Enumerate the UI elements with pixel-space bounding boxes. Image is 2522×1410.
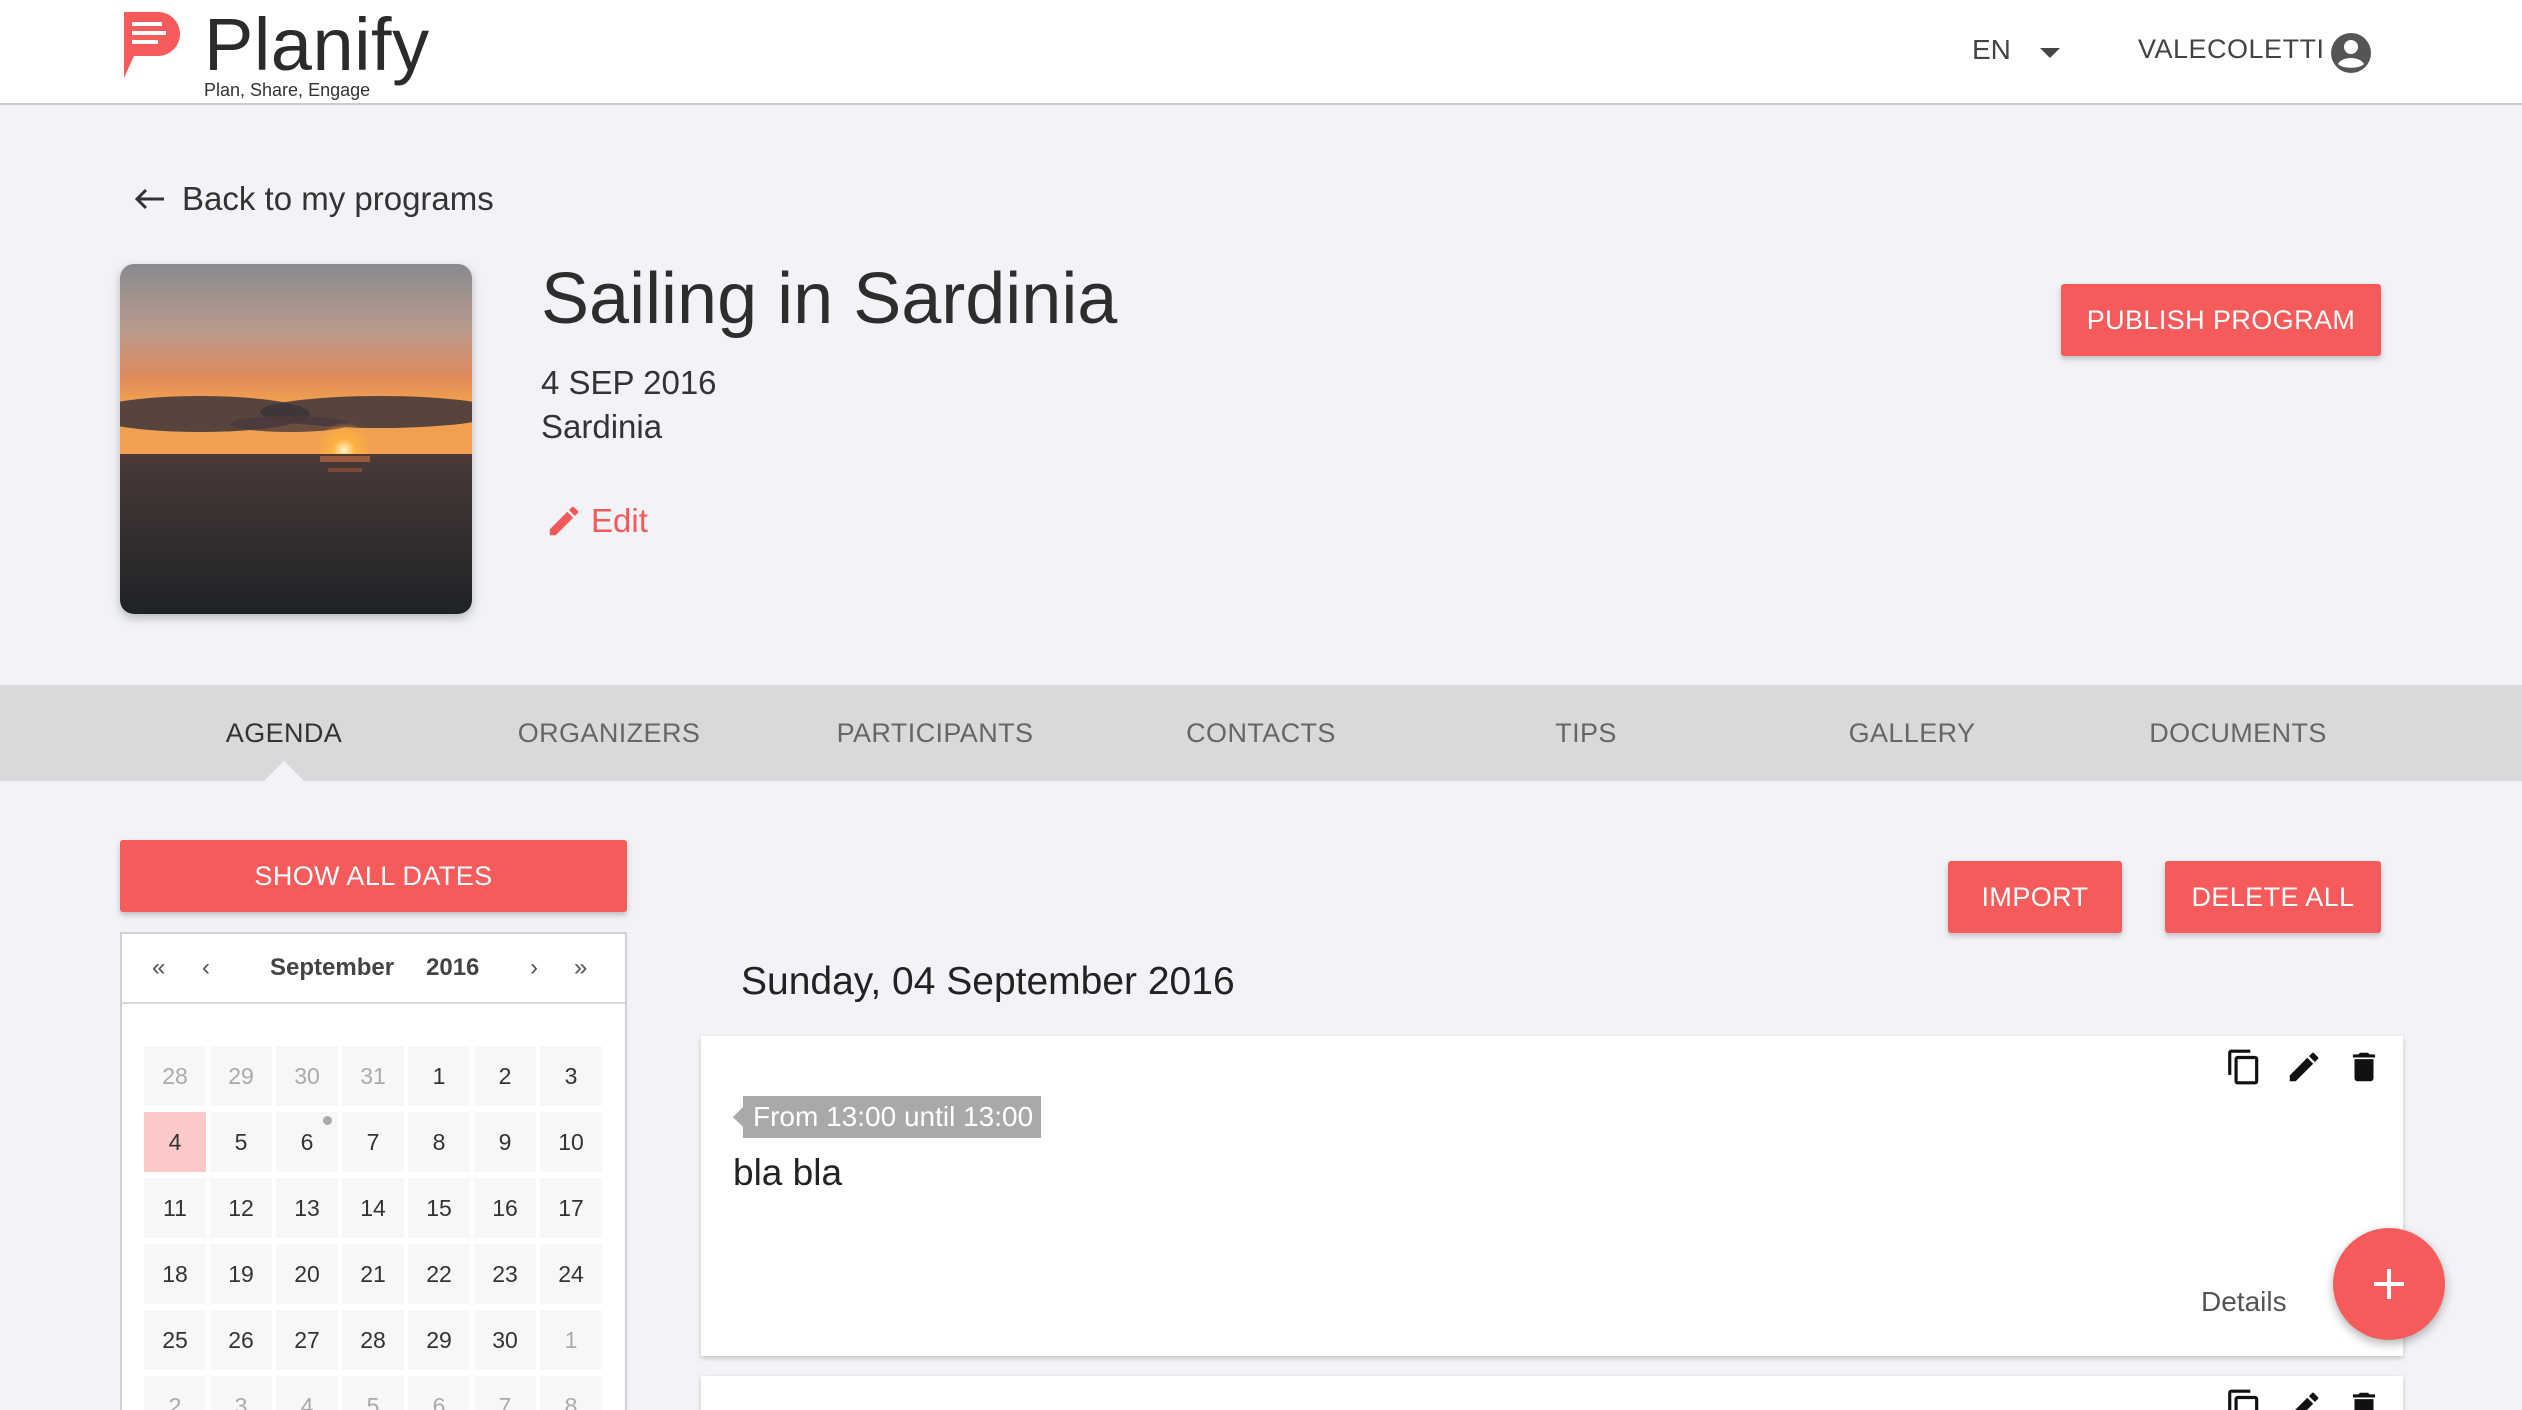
pencil-icon[interactable] bbox=[2285, 1048, 2323, 1086]
tab-documents[interactable]: DOCUMENTS bbox=[2038, 685, 2438, 781]
calendar-day[interactable]: 29 bbox=[210, 1046, 272, 1106]
calendar-day[interactable]: 30 bbox=[276, 1046, 338, 1106]
edit-label: Edit bbox=[591, 502, 648, 539]
prev-year-button[interactable]: « bbox=[152, 954, 165, 982]
date-picker-calendar: « ‹ September 2016 › » 28 29 30 31 1 2 3 4 5 6 7 8 9… bbox=[120, 932, 627, 1410]
program-date: 4 SEP 2016 bbox=[541, 364, 717, 401]
calendar-nav: « ‹ September 2016 › » bbox=[122, 934, 625, 1004]
calendar-day[interactable]: 18 bbox=[144, 1244, 206, 1304]
day-heading: Sunday, 04 September 2016 bbox=[741, 960, 1235, 1003]
calendar-year[interactable]: 2016 bbox=[426, 954, 479, 982]
event-title: bla bla bbox=[733, 1152, 843, 1193]
event-time-chip: From 13:00 until 13:00 bbox=[732, 1096, 1042, 1138]
calendar-day[interactable]: 30 bbox=[474, 1310, 536, 1370]
next-month-button[interactable]: › bbox=[530, 954, 538, 982]
arrow-left-icon bbox=[134, 188, 164, 210]
active-tab-indicator bbox=[264, 761, 304, 781]
chevron-down-icon[interactable] bbox=[2040, 48, 2060, 58]
show-all-dates-button[interactable]: SHOW ALL DATES bbox=[120, 840, 627, 912]
pencil-icon[interactable] bbox=[2285, 1388, 2323, 1410]
next-year-button[interactable]: » bbox=[574, 954, 587, 982]
publish-program-button[interactable]: PUBLISH PROGRAM bbox=[2061, 284, 2381, 356]
calendar-day[interactable]: 14 bbox=[342, 1178, 404, 1238]
username[interactable]: VALECOLETTI bbox=[2138, 34, 2325, 65]
delete-all-button[interactable]: DELETE ALL bbox=[2165, 861, 2381, 933]
calendar-day[interactable]: 16 bbox=[474, 1178, 536, 1238]
program-title: Sailing in Sardinia bbox=[541, 259, 1118, 339]
calendar-day[interactable]: 10 bbox=[540, 1112, 602, 1172]
calendar-day[interactable]: 11 bbox=[144, 1178, 206, 1238]
calendar-day[interactable]: 7 bbox=[342, 1112, 404, 1172]
logo-name: Planify bbox=[204, 3, 430, 86]
calendar-day[interactable]: 1 bbox=[540, 1310, 602, 1370]
logo[interactable]: Planify Plan, Share, Engage bbox=[118, 8, 430, 101]
chat-bubble-logo bbox=[124, 12, 180, 78]
calendar-day[interactable]: 25 bbox=[144, 1310, 206, 1370]
calendar-day[interactable]: 7 bbox=[474, 1376, 536, 1410]
calendar-day[interactable]: 12 bbox=[210, 1178, 272, 1238]
calendar-day[interactable]: 31 bbox=[342, 1046, 404, 1106]
back-link[interactable]: Back to my programs bbox=[134, 180, 494, 218]
calendar-day[interactable]: 17 bbox=[540, 1178, 602, 1238]
calendar-day[interactable]: 28 bbox=[342, 1310, 404, 1370]
event-dot-icon bbox=[323, 1116, 332, 1125]
trash-icon[interactable] bbox=[2345, 1048, 2383, 1086]
calendar-day[interactable]: 26 bbox=[210, 1310, 272, 1370]
calendar-day[interactable]: 19 bbox=[210, 1244, 272, 1304]
copy-icon[interactable] bbox=[2225, 1048, 2263, 1086]
calendar-day[interactable]: 2 bbox=[144, 1376, 206, 1410]
copy-icon[interactable] bbox=[2225, 1388, 2263, 1410]
language-selector[interactable]: EN bbox=[1972, 34, 2011, 66]
calendar-day[interactable]: 29 bbox=[408, 1310, 470, 1370]
plus-icon bbox=[2374, 1269, 2404, 1299]
edit-program-link[interactable]: Edit bbox=[545, 502, 648, 540]
calendar-day[interactable]: 22 bbox=[408, 1244, 470, 1304]
calendar-day[interactable]: 6 bbox=[408, 1376, 470, 1410]
tab-bar: AGENDA ORGANIZERS PARTICIPANTS CONTACTS … bbox=[0, 685, 2522, 781]
agenda-event-card[interactable]: From 13:00 until 13:00 bla bla Details bbox=[701, 1036, 2403, 1356]
calendar-day[interactable]: 21 bbox=[342, 1244, 404, 1304]
card-actions bbox=[2225, 1048, 2383, 1086]
calendar-day[interactable]: 5 bbox=[342, 1376, 404, 1410]
calendar-day[interactable]: 6 bbox=[276, 1112, 338, 1172]
account-circle-icon[interactable] bbox=[2330, 32, 2372, 74]
trash-icon[interactable] bbox=[2345, 1388, 2383, 1410]
calendar-day[interactable]: 28 bbox=[144, 1046, 206, 1106]
calendar-day[interactable]: 5 bbox=[210, 1112, 272, 1172]
calendar-day[interactable]: 23 bbox=[474, 1244, 536, 1304]
calendar-day[interactable]: 20 bbox=[276, 1244, 338, 1304]
back-link-label: Back to my programs bbox=[182, 180, 494, 217]
top-bar: Planify Plan, Share, Engage EN VALECOLET… bbox=[0, 0, 2522, 105]
details-link[interactable]: Details bbox=[2201, 1286, 2287, 1318]
calendar-day[interactable]: 8 bbox=[540, 1376, 602, 1410]
calendar-day[interactable]: 1 bbox=[408, 1046, 470, 1106]
sunset-image bbox=[120, 264, 472, 614]
prev-month-button[interactable]: ‹ bbox=[202, 954, 210, 982]
import-button[interactable]: IMPORT bbox=[1948, 861, 2122, 933]
calendar-day[interactable]: 3 bbox=[210, 1376, 272, 1410]
program-cover-image bbox=[120, 264, 472, 614]
calendar-month[interactable]: September bbox=[270, 954, 394, 982]
program-location: Sardinia bbox=[541, 408, 663, 445]
agenda-event-card[interactable] bbox=[701, 1376, 2403, 1410]
pencil-icon bbox=[549, 506, 579, 536]
calendar-day[interactable]: 8 bbox=[408, 1112, 470, 1172]
calendar-day[interactable]: 4 bbox=[276, 1376, 338, 1410]
calendar-day[interactable]: 15 bbox=[408, 1178, 470, 1238]
card-actions bbox=[2225, 1388, 2383, 1410]
calendar-day[interactable]: 2 bbox=[474, 1046, 536, 1106]
calendar-day[interactable]: 4 bbox=[144, 1112, 206, 1172]
calendar-day[interactable]: 24 bbox=[540, 1244, 602, 1304]
calendar-day[interactable]: 9 bbox=[474, 1112, 536, 1172]
calendar-day[interactable]: 3 bbox=[540, 1046, 602, 1106]
calendar-day[interactable]: 13 bbox=[276, 1178, 338, 1238]
add-event-button[interactable] bbox=[2333, 1228, 2445, 1340]
calendar-day[interactable]: 27 bbox=[276, 1310, 338, 1370]
